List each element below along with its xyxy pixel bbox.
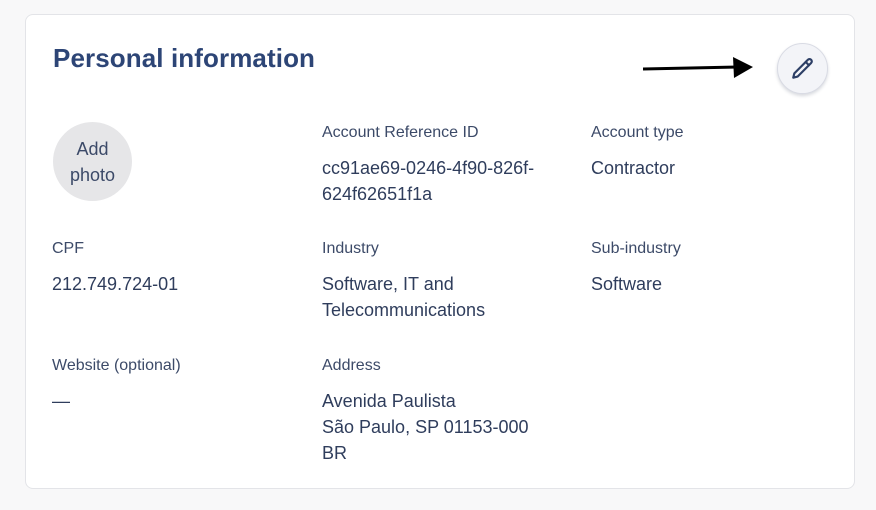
field-label: Account Reference ID (322, 124, 479, 141)
field-value: Contractor (591, 158, 676, 178)
field-value: Software, IT and Telecommunications (322, 274, 486, 320)
arrow-right-icon (643, 57, 753, 78)
field-label: Sub-industry (591, 240, 681, 257)
field-label: Address (322, 357, 381, 374)
add-photo-button[interactable]: Add photo (53, 122, 132, 201)
field-label: Industry (322, 240, 379, 257)
industry-field: Industry Software, IT and Telecommunicat… (322, 239, 572, 323)
add-photo-label: Add photo (69, 138, 116, 185)
address-field: Address Avenida Paulista São Paulo, SP 0… (322, 356, 572, 466)
account-reference-id-field: Account Reference ID cc91ae69-0246-4f90-… (322, 123, 572, 207)
edit-button[interactable] (777, 43, 828, 94)
field-value: 212.749.724-01 (52, 274, 179, 294)
personal-information-card: Personal information Add photo Account R… (25, 14, 855, 489)
cpf-field: CPF 212.749.724-01 (52, 239, 302, 297)
sub-industry-field: Sub-industry Software (591, 239, 841, 297)
section-title: Personal information (53, 43, 316, 73)
field-label: Website (optional) (52, 357, 181, 374)
field-label: Account type (591, 124, 684, 141)
field-label: CPF (52, 240, 84, 257)
field-value: Software (591, 274, 663, 294)
field-value: cc91ae69-0246-4f90-826f- 624f62651f1a (322, 158, 535, 204)
field-value: — (52, 391, 70, 411)
website-field: Website (optional) — (52, 356, 302, 414)
field-value: Avenida Paulista São Paulo, SP 01153-000… (322, 391, 529, 463)
account-type-field: Account type Contractor (591, 123, 841, 181)
pencil-icon (791, 57, 813, 79)
